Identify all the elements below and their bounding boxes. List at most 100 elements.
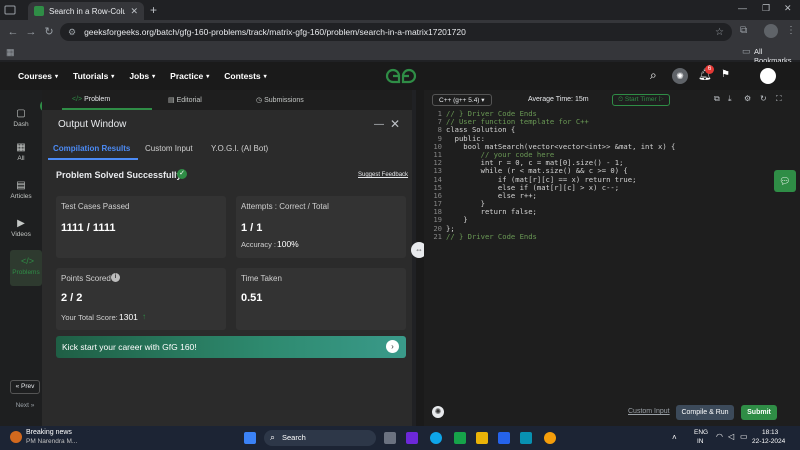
tray-chevron-icon[interactable]: ˄	[672, 433, 677, 442]
search-icon[interactable]: ⌕	[650, 68, 657, 83]
rail-item-problems[interactable]: </> Problems	[10, 250, 42, 286]
taskbar-search[interactable]: ⌕ Search	[264, 430, 376, 446]
chrome-icon[interactable]	[544, 432, 556, 444]
wifi-icon[interactable]: ◠	[716, 432, 723, 441]
tab-search-icon[interactable]	[4, 4, 16, 16]
reload-icon[interactable]: ↻	[42, 25, 56, 39]
browser-menu-icon[interactable]: ⋮	[786, 25, 796, 36]
browser-tab-bar: Search in a Row-Column sorted ✕ + — ❐ ✕	[0, 0, 800, 20]
menu-tutorials[interactable]: Tutorials ▾	[73, 71, 114, 81]
editor-theme-icon[interactable]: ✺	[432, 406, 444, 418]
code-line[interactable]: 18 return false;	[424, 208, 800, 216]
tab-yogi-ai-bot[interactable]: Y.O.G.I. (AI Bot)	[211, 144, 268, 153]
language-eng[interactable]: ENG	[694, 429, 708, 436]
rail-item-dash[interactable]: ▢ Dash	[0, 108, 42, 128]
clock-date: 22-12-2024	[752, 438, 786, 445]
attempts-label: Attempts : Correct / Total	[241, 202, 329, 211]
minimize-output-icon[interactable]: —	[374, 119, 384, 130]
info-icon[interactable]: i	[111, 273, 120, 282]
left-navigation-rail: ▢ Dash ▦ All ▤ Articles ▶ Videos </> Pro…	[0, 90, 42, 426]
accuracy-value: 100%	[277, 239, 299, 249]
problem-tabs: </> Problem ▤ Editorial ◷ Submissions	[42, 90, 412, 110]
bookmark-star-icon[interactable]: ☆	[715, 27, 724, 38]
tab-editorial[interactable]: ▤ Editorial	[168, 96, 202, 104]
chat-bubble-icon[interactable]: 💬︎	[774, 170, 796, 192]
tab-submissions[interactable]: ◷ Submissions	[256, 96, 304, 104]
gfg160-banner[interactable]: Kick start your career with GfG 160! ›	[56, 336, 406, 358]
language-icon[interactable]: ⚑	[721, 69, 730, 80]
news-avatar[interactable]	[10, 431, 22, 443]
maximize-icon[interactable]: ❐	[762, 3, 770, 14]
extensions-icon[interactable]: ⧉	[740, 25, 747, 36]
theme-toggle-icon[interactable]: ✺	[672, 68, 688, 84]
rail-item-all[interactable]: ▦ All	[0, 142, 42, 162]
menu-practice[interactable]: Practice ▾	[170, 71, 209, 81]
menu-courses[interactable]: Courses ▾	[18, 71, 58, 81]
browser-tab[interactable]: Search in a Row-Column sorted ✕	[28, 2, 144, 20]
average-time: Average Time: 15m	[528, 96, 589, 103]
user-avatar[interactable]	[760, 68, 776, 84]
line-number: 7	[437, 117, 442, 127]
start-timer-button[interactable]: ⏲ Start Timer ▷	[612, 94, 670, 106]
minimize-icon[interactable]: —	[738, 3, 747, 13]
suggest-feedback-link[interactable]: Suggest Feedback	[358, 172, 408, 178]
rail-item-videos[interactable]: ▶ Videos	[0, 218, 42, 238]
prev-button[interactable]: « Prev	[10, 380, 40, 394]
custom-input-link[interactable]: Custom Input	[628, 408, 670, 415]
close-window-icon[interactable]: ✕	[784, 3, 792, 14]
code-area[interactable]: 1// } Driver Code Ends 7// User function …	[424, 109, 800, 241]
taskbar-search-icon: ⌕	[270, 432, 276, 442]
attempts-card: Attempts : Correct / Total 1 / 1 Accurac…	[236, 196, 406, 258]
copy-icon[interactable]: ⧉	[714, 94, 720, 104]
code-line[interactable]: 21 // } Driver Code Ends	[424, 231, 800, 241]
test-cases-card: Test Cases Passed 1111 / 1111	[56, 196, 226, 258]
profile-avatar[interactable]	[764, 24, 778, 38]
teams-icon[interactable]	[406, 432, 418, 444]
all-bookmarks-folder-icon[interactable]: ▭	[742, 46, 751, 57]
battery-icon[interactable]: ▭	[740, 432, 748, 441]
url-omnibox[interactable]: ⚙ geeksforgeeks.org/batch/gfg-160-proble…	[60, 23, 732, 41]
close-output-icon[interactable]: ✕	[390, 117, 400, 131]
problem-panel: › </> Problem ▤ Editorial ◷ Submissions …	[40, 90, 412, 426]
task-view-icon[interactable]	[384, 432, 396, 444]
clock-time[interactable]: 18:13	[762, 429, 778, 436]
language-in: IN	[697, 438, 704, 445]
download-icon[interactable]: ⤓	[728, 94, 732, 104]
file-explorer-icon[interactable]	[476, 432, 488, 444]
tab-problem[interactable]: </> Problem	[72, 96, 110, 103]
compile-run-button[interactable]: Compile & Run	[676, 405, 734, 420]
store-icon[interactable]	[454, 432, 466, 444]
address-bar-row: ← → ↻ ⚙ geeksforgeeks.org/batch/gfg-160-…	[0, 20, 800, 44]
tab-custom-input[interactable]: Custom Input	[145, 144, 193, 153]
panel-resize-divider[interactable]: ⇔	[411, 90, 427, 426]
settings-icon[interactable]: ⚙	[744, 94, 751, 103]
banner-text: Kick start your career with GfG 160!	[62, 342, 197, 352]
banner-arrow-icon[interactable]: ›	[386, 340, 399, 353]
windows-start-icon[interactable]	[244, 432, 256, 444]
next-button[interactable]: Next »	[10, 400, 40, 414]
language-select[interactable]: C++ (g++ 5.4) ▾	[432, 94, 492, 106]
site-info-icon[interactable]: ⚙	[68, 27, 76, 38]
fullscreen-icon[interactable]: ⛶	[776, 94, 782, 104]
news-title[interactable]: Breaking news	[26, 429, 72, 436]
new-tab-icon[interactable]: +	[150, 3, 157, 17]
tab-close-icon[interactable]: ✕	[130, 6, 138, 17]
gfg-logo[interactable]	[384, 68, 418, 87]
code-line[interactable]: 19 }	[424, 216, 800, 224]
edge-icon[interactable]	[430, 432, 442, 444]
app-icon-cyan[interactable]	[520, 432, 532, 444]
submit-button[interactable]: Submit	[741, 405, 777, 420]
output-window: Output Window — ✕ Compilation Results Cu…	[42, 110, 412, 426]
forward-icon[interactable]: →	[24, 25, 38, 39]
points-label: Points Scored	[61, 274, 111, 283]
menu-contests[interactable]: Contests ▾	[224, 71, 266, 81]
back-icon[interactable]: ←	[6, 25, 20, 39]
reset-icon[interactable]: ↻	[760, 94, 767, 103]
volume-icon[interactable]: ◁	[728, 432, 734, 441]
menu-jobs[interactable]: Jobs ▾	[129, 71, 155, 81]
apps-grid-icon[interactable]: ▦	[6, 47, 15, 58]
app-icon-blue[interactable]	[498, 432, 510, 444]
rail-item-articles[interactable]: ▤ Articles	[0, 180, 42, 200]
tab-compilation-results[interactable]: Compilation Results	[53, 144, 130, 153]
line-number: 21	[433, 231, 442, 241]
